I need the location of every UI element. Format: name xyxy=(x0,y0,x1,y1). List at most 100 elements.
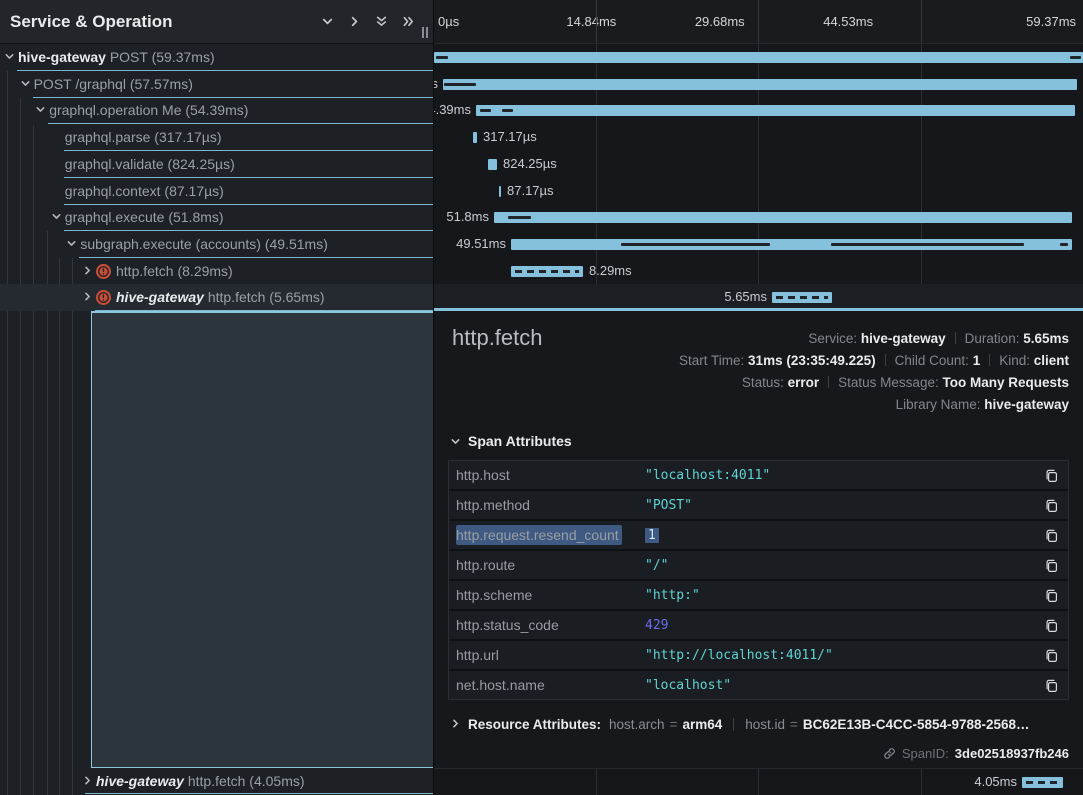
chevron-down-icon[interactable] xyxy=(66,238,77,249)
span-timeline-row[interactable] xyxy=(434,44,1083,71)
tick-label: 59.37ms xyxy=(948,14,1083,29)
span-tree-row[interactable]: hive-gateway POST (59.37ms) xyxy=(0,44,434,71)
tick-label: 29.68ms xyxy=(691,14,819,29)
meta-value: hive-gateway xyxy=(861,331,946,346)
attribute-value: "http:" xyxy=(645,588,1042,603)
operation-name: http.fetch (5.65ms) xyxy=(208,289,325,305)
span-duration-bar[interactable] xyxy=(511,266,583,277)
copy-icon[interactable] xyxy=(1042,618,1068,633)
span-timeline-row[interactable]: 4.05ms xyxy=(434,769,1083,795)
child-span-dashes xyxy=(776,296,828,299)
panel-resize-handle[interactable] xyxy=(422,27,428,38)
span-timeline-row[interactable]: 8.29ms xyxy=(434,258,1083,285)
span-duration-bar[interactable] xyxy=(434,52,1083,63)
operation-name: graphql.operation Me (54.39ms) xyxy=(49,102,248,118)
span-tree-row[interactable]: http.fetch (8.29ms) xyxy=(0,258,434,285)
attribute-key: http.method xyxy=(449,497,645,513)
span-tree-row[interactable]: subgraph.execute (accounts) (49.51ms) xyxy=(0,231,434,258)
gridline xyxy=(921,0,922,43)
span-timeline-row[interactable]: 54.39ms xyxy=(434,97,1083,124)
resource-attributes-title: Resource Attributes: xyxy=(468,717,601,732)
meta-value: 1 xyxy=(973,353,981,368)
expand-all-icon[interactable] xyxy=(398,12,418,32)
link-icon[interactable] xyxy=(883,747,896,760)
span-tree-row[interactable]: hive-gateway http.fetch (4.05ms) xyxy=(0,768,434,794)
copy-icon[interactable] xyxy=(1042,678,1068,693)
span-tree-row[interactable]: graphql.parse (317.17µs) xyxy=(0,124,434,151)
tick-label: 0µs xyxy=(434,14,562,29)
copy-icon[interactable] xyxy=(1042,498,1068,513)
resource-value: arm64 xyxy=(682,717,722,732)
tree-panel-header: Service & Operation xyxy=(0,0,434,44)
span-timeline-row[interactable]: 824.25µs xyxy=(434,151,1083,178)
attribute-value: "http://localhost:4011/" xyxy=(645,648,1042,663)
child-span-mark xyxy=(508,216,531,219)
service-name: hive-gateway xyxy=(116,289,204,305)
attribute-value: "localhost:4011" xyxy=(645,468,1042,483)
span-tree-row[interactable]: hive-gateway http.fetch (5.65ms) xyxy=(0,284,434,311)
tree-toolbar xyxy=(317,12,434,32)
span-tree-row[interactable]: graphql.operation Me (54.39ms) xyxy=(0,97,434,124)
attribute-row: http.host"localhost:4011" xyxy=(449,461,1068,489)
service-name: hive-gateway xyxy=(18,49,106,65)
span-row-label: graphql.execute (51.8ms) xyxy=(65,209,224,225)
span-duration-bar[interactable] xyxy=(1022,777,1063,788)
tick-label: 14.84ms xyxy=(562,14,690,29)
attribute-row: http.request.resend_count1 xyxy=(449,521,1068,549)
collapse-all-icon[interactable] xyxy=(371,12,391,32)
duration-label: 49.51ms xyxy=(456,236,506,251)
span-timeline-row[interactable]: 57.57ms xyxy=(434,71,1083,98)
child-span-mark xyxy=(436,56,448,59)
span-timeline-row[interactable]: 5.65ms xyxy=(434,284,1083,311)
chevron-right-icon[interactable] xyxy=(82,265,93,276)
operation-name: POST /graphql (57.57ms) xyxy=(34,76,193,92)
copy-icon[interactable] xyxy=(1042,648,1068,663)
chevron-down-icon[interactable] xyxy=(51,211,62,222)
span-meta-line: Start Time: 31ms (23:35:49.225)Child Cou… xyxy=(679,350,1069,372)
chevron-right-icon[interactable] xyxy=(82,775,93,786)
span-timeline-row[interactable]: 49.51ms xyxy=(434,231,1083,258)
span-id-value: 3de02518937fb246 xyxy=(955,746,1069,761)
span-row-label: graphql.operation Me (54.39ms) xyxy=(49,102,248,118)
collapse-one-icon[interactable] xyxy=(317,12,337,32)
span-duration-bar[interactable] xyxy=(476,105,1075,116)
attribute-row: http.scheme"http:" xyxy=(449,581,1068,609)
span-duration-bar[interactable] xyxy=(494,212,1072,223)
chevron-down-icon[interactable] xyxy=(20,78,31,89)
indent-guide xyxy=(47,231,48,795)
span-timeline-row[interactable]: 51.8ms xyxy=(434,204,1083,231)
span-duration-bar[interactable] xyxy=(772,292,832,303)
span-row-label: graphql.context (87.17µs) xyxy=(65,183,224,199)
copy-icon[interactable] xyxy=(1042,588,1068,603)
attribute-key: http.host xyxy=(449,467,645,483)
chevron-down-icon[interactable] xyxy=(4,51,15,62)
span-timeline-row[interactable]: 317.17µs xyxy=(434,124,1083,151)
operation-name: http.fetch (8.29ms) xyxy=(116,263,233,279)
child-span-mark xyxy=(1060,243,1068,246)
span-tree-row[interactable]: POST /graphql (57.57ms) xyxy=(0,71,434,98)
meta-divider xyxy=(828,376,829,388)
child-span-mark xyxy=(444,83,476,86)
copy-icon[interactable] xyxy=(1042,468,1068,483)
span-duration-bar[interactable] xyxy=(499,186,501,197)
copy-icon[interactable] xyxy=(1042,558,1068,573)
resource-attributes-row[interactable]: Resource Attributes:host.arch=arm64host.… xyxy=(450,717,1030,732)
chevron-right-icon[interactable] xyxy=(82,291,93,302)
meta-label: Service: xyxy=(808,331,861,346)
span-tree-row[interactable]: graphql.execute (51.8ms) xyxy=(0,204,434,231)
copy-icon[interactable] xyxy=(1042,528,1068,543)
span-tree-row[interactable]: graphql.validate (824.25µs) xyxy=(0,151,434,178)
span-attributes-table: http.host"localhost:4011"http.method"POS… xyxy=(448,460,1069,700)
span-attributes-header[interactable]: Span Attributes xyxy=(450,433,572,449)
expand-one-icon[interactable] xyxy=(344,12,364,32)
span-duration-bar[interactable] xyxy=(443,79,1077,90)
chevron-down-icon[interactable] xyxy=(35,104,46,115)
duration-label: 5.65ms xyxy=(724,289,767,304)
span-duration-bar[interactable] xyxy=(488,159,497,170)
span-duration-bar[interactable] xyxy=(511,239,1072,250)
indent-guide xyxy=(59,258,60,795)
span-duration-bar[interactable] xyxy=(473,132,477,143)
span-tree-row[interactable]: graphql.context (87.17µs) xyxy=(0,178,434,205)
span-timeline-row[interactable]: 87.17µs xyxy=(434,178,1083,205)
span-meta: Service: hive-gatewayDuration: 5.65msSta… xyxy=(679,328,1069,416)
